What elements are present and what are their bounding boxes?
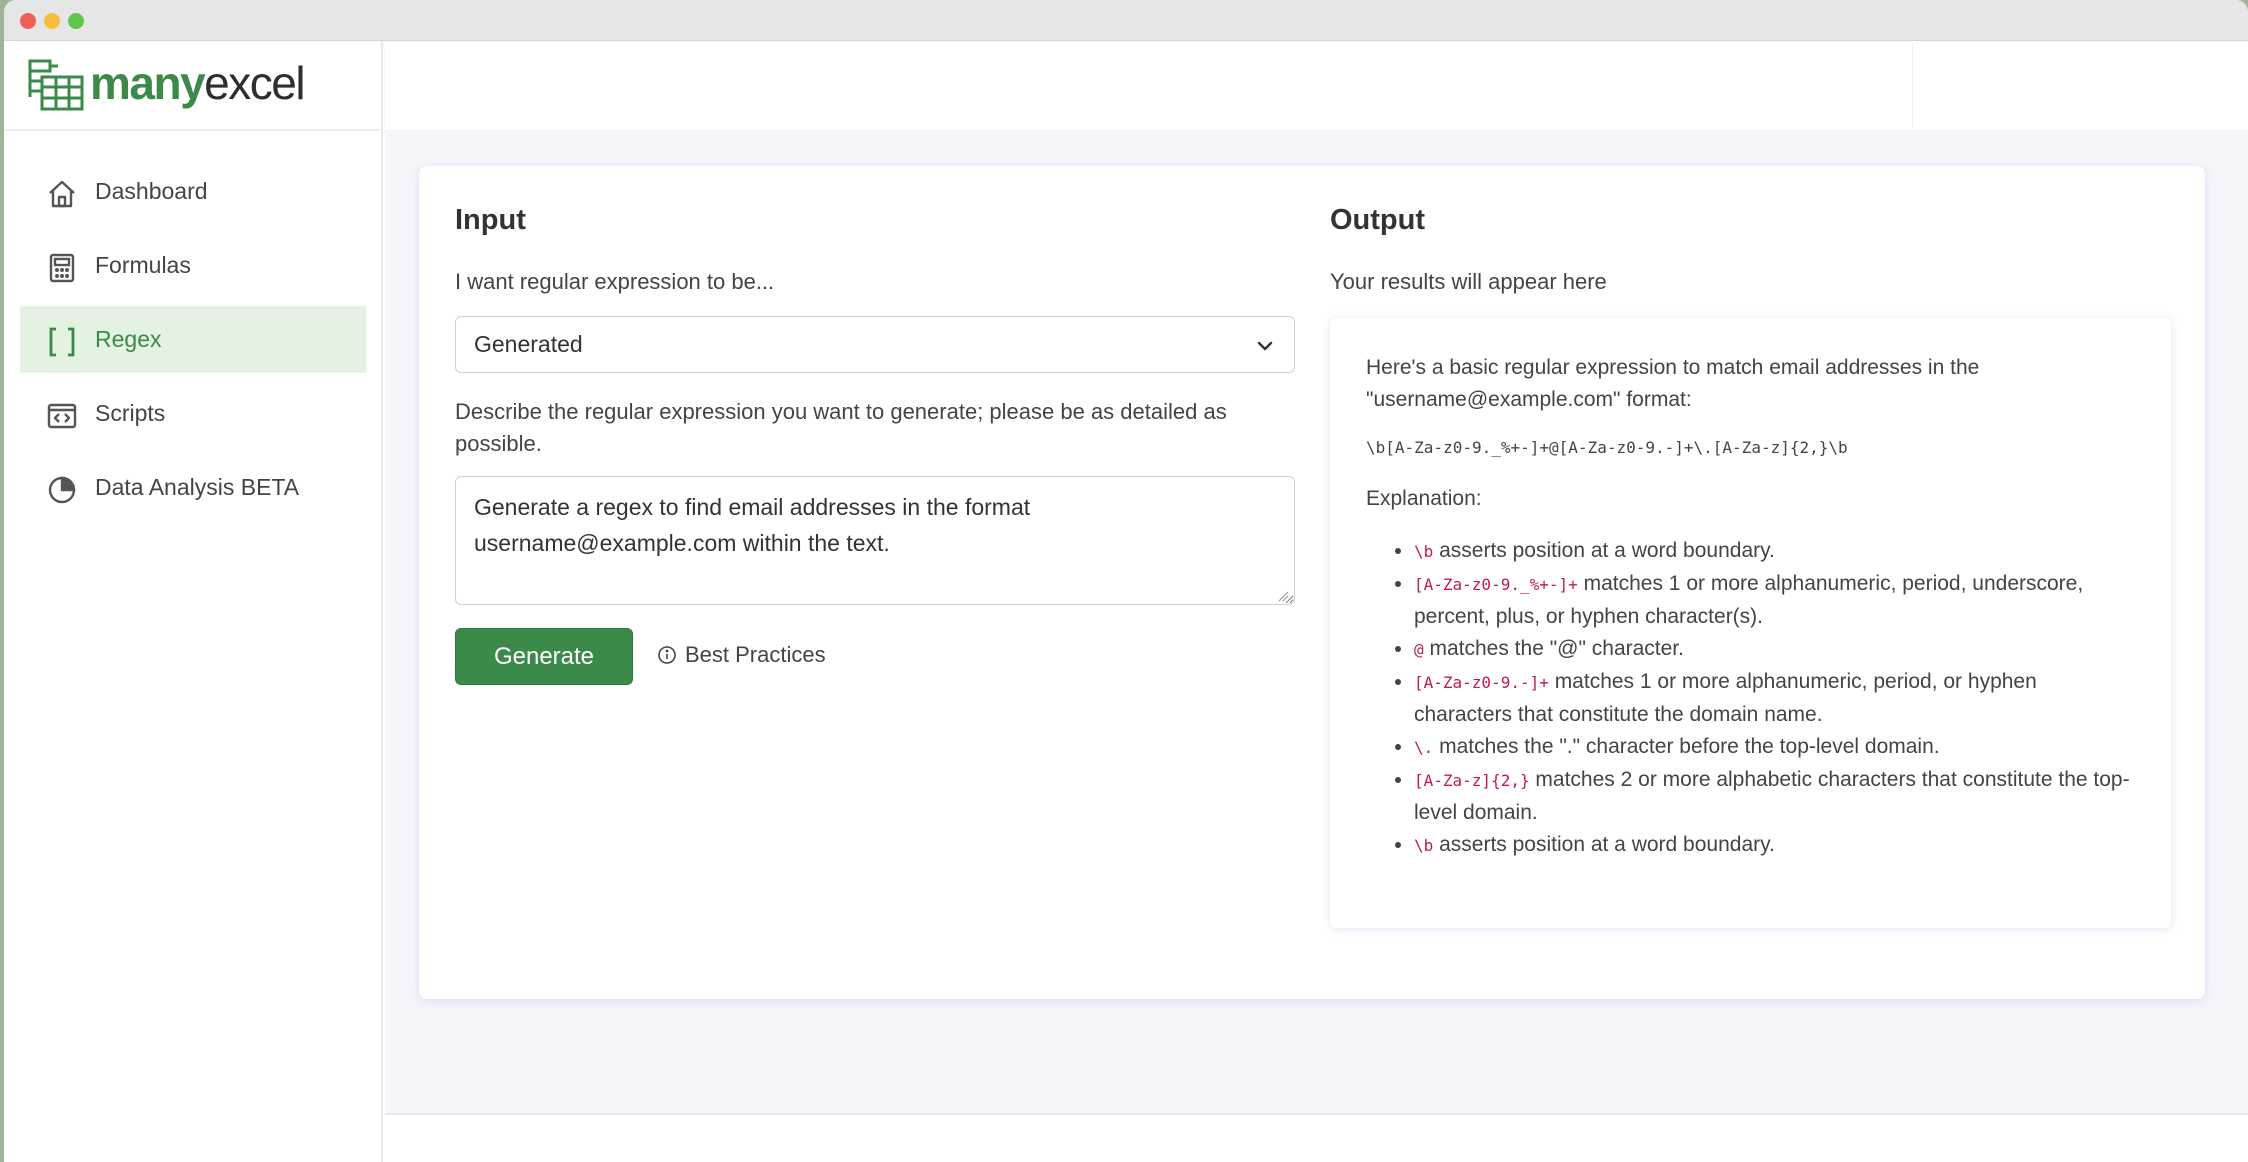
regex-token: @ xyxy=(1414,640,1424,659)
footer-bar xyxy=(385,1113,2248,1162)
sidebar-item-label: Formulas xyxy=(95,252,191,278)
brand-name: manyexcel xyxy=(90,57,306,109)
explanation-item: @ matches the "@" character. xyxy=(1414,633,2135,666)
best-practices-label: Best Practices xyxy=(685,642,826,667)
explanation-text: asserts position at a word boundary. xyxy=(1433,833,1775,856)
brand-name-bold: many xyxy=(90,57,206,109)
sidebar-item-label: Dashboard xyxy=(95,178,208,204)
regex-token: \b xyxy=(1414,542,1434,561)
regex-card: Input I want regular expression to be...… xyxy=(419,166,2205,999)
sidebar-item-label: Data Analysis BETA xyxy=(95,474,300,500)
title-bar xyxy=(4,0,2248,41)
describe-label: Describe the regular expression you want… xyxy=(455,399,1227,456)
top-bar xyxy=(385,41,2248,130)
explanation-item: \. matches the "." character before the … xyxy=(1414,731,2135,764)
mode-select[interactable]: Generated xyxy=(455,316,1295,373)
sidebar-item-dashboard[interactable]: Dashboard xyxy=(20,158,366,225)
best-practices-link[interactable]: Best Practices xyxy=(657,642,826,668)
home-icon xyxy=(49,180,75,208)
mode-label: I want regular expression to be... xyxy=(455,269,775,294)
regex-token: \b xyxy=(1414,836,1434,855)
mode-select-value: Generated xyxy=(474,331,583,357)
sidebar-nav: Dashboard Formulas Regex Scripts Data An… xyxy=(20,158,366,528)
brackets-icon xyxy=(49,327,75,357)
explanation-item: \b asserts position at a word boundary. xyxy=(1414,535,2135,568)
input-title: Input xyxy=(455,204,526,236)
maximize-window-button[interactable] xyxy=(68,13,84,29)
regex-token: [A-Za-z0-9._%+-]+ xyxy=(1414,575,1578,594)
explanation-item: [A-Za-z]{2,} matches 2 or more alphabeti… xyxy=(1414,764,2135,829)
regex-token: [A-Za-z0-9.-]+ xyxy=(1414,673,1549,692)
info-icon xyxy=(658,646,676,664)
explanation-item: [A-Za-z0-9.-]+ matches 1 or more alphanu… xyxy=(1414,666,2135,731)
sidebar-item-formulas[interactable]: Formulas xyxy=(20,232,366,299)
sidebar-item-regex[interactable]: Regex xyxy=(20,306,366,373)
generated-regex: \b[A-Za-z0-9._%+-]+@[A-Za-z0-9.-]+\.[A-Z… xyxy=(1366,438,1848,457)
spreadsheet-logo-icon xyxy=(28,59,84,111)
regex-token: [A-Za-z]{2,} xyxy=(1414,771,1530,790)
explanation-text: asserts position at a word boundary. xyxy=(1433,539,1775,562)
regex-description-input[interactable]: Generate a regex to find email addresses… xyxy=(455,476,1295,605)
generate-button[interactable]: Generate xyxy=(455,628,633,685)
output-title: Output xyxy=(1330,204,1426,236)
sidebar-item-label: Scripts xyxy=(95,400,166,426)
chevron-down-icon xyxy=(1257,341,1273,351)
main-content: Input I want regular expression to be...… xyxy=(385,130,2248,1113)
calculator-icon xyxy=(49,253,75,283)
brand-name-light: excel xyxy=(204,57,305,109)
output-subtitle: Your results will appear here xyxy=(1330,269,1607,294)
app-window: manyexcel Dashboard Formulas Regex Scrip… xyxy=(4,0,2248,1162)
output-intro: Here's a basic regular expression to mat… xyxy=(1366,356,1980,411)
explanation-item: [A-Za-z0-9._%+-]+ matches 1 or more alph… xyxy=(1414,568,2135,633)
sidebar-item-scripts[interactable]: Scripts xyxy=(20,380,366,447)
sidebar: manyexcel Dashboard Formulas Regex Scrip… xyxy=(4,41,383,1162)
code-window-icon xyxy=(47,403,77,429)
minimize-window-button[interactable] xyxy=(44,13,60,29)
pie-chart-icon xyxy=(48,476,76,504)
explanation-item: \b asserts position at a word boundary. xyxy=(1414,829,2135,862)
top-bar-divider xyxy=(1912,43,1913,127)
sidebar-item-label: Regex xyxy=(95,326,162,352)
resize-handle-icon[interactable] xyxy=(1277,590,1289,602)
logo[interactable]: manyexcel xyxy=(4,41,381,131)
regex-token: \. xyxy=(1414,738,1434,757)
output-panel: Here's a basic regular expression to mat… xyxy=(1330,318,2171,928)
sidebar-item-data-analysis[interactable]: Data Analysis BETA xyxy=(20,454,366,521)
explanation-heading: Explanation: xyxy=(1366,487,1482,510)
explanation-list: \b asserts position at a word boundary. … xyxy=(1366,535,2135,862)
explanation-text: matches the "@" character. xyxy=(1423,637,1684,660)
close-window-button[interactable] xyxy=(20,13,36,29)
explanation-text: matches the "." character before the top… xyxy=(1433,735,1940,758)
